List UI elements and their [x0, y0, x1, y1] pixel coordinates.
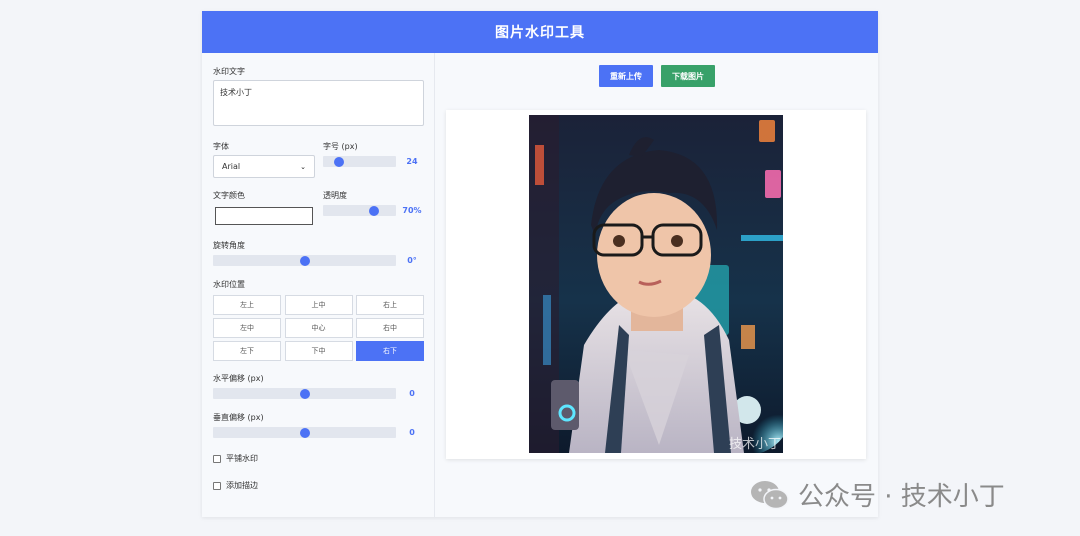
position-button[interactable]: 右上: [356, 295, 424, 315]
position-grid: 左上 上中 右上左中 中心 右中左下 下中 右下: [213, 295, 424, 361]
v-offset-slider[interactable]: [213, 427, 396, 438]
checkbox-icon[interactable]: [213, 481, 221, 490]
reupload-button[interactable]: 重新上传: [599, 65, 653, 87]
size-slider-thumb[interactable]: [334, 156, 345, 167]
v-offset-value: 0: [409, 428, 415, 437]
settings-panel: 水印文字 技术小丁 字体 Arial ⌄ 字号 (px) 24 文字颜色 透明度…: [202, 53, 435, 517]
opacity-slider[interactable]: [323, 205, 396, 216]
stroke-checkbox-label: 添加描边: [226, 481, 258, 490]
size-label: 字号 (px): [323, 142, 358, 151]
v-offset-label: 垂直偏移 (px): [213, 413, 264, 422]
wechat-icon: [751, 480, 789, 509]
watermark-text-label: 水印文字: [213, 67, 245, 76]
color-picker[interactable]: [215, 207, 313, 225]
tile-checkbox[interactable]: 平铺水印: [213, 453, 258, 464]
app-header: 图片水印工具: [202, 11, 878, 53]
wechat-account-mark: 公众号 · 技术小丁: [750, 476, 1005, 513]
watermark-text-input[interactable]: 技术小丁: [213, 80, 424, 126]
h-offset-slider[interactable]: [213, 388, 396, 399]
h-offset-slider-thumb[interactable]: [299, 388, 310, 399]
h-offset-label: 水平偏移 (px): [213, 374, 264, 383]
size-value: 24: [406, 157, 418, 166]
position-button[interactable]: 上中: [284, 295, 353, 315]
tile-checkbox-label: 平铺水印: [226, 454, 258, 463]
h-offset-value: 0: [409, 389, 415, 398]
font-label: 字体: [213, 142, 229, 151]
position-button[interactable]: 左下: [213, 341, 281, 361]
position-button[interactable]: 右下: [356, 341, 424, 361]
stroke-checkbox[interactable]: 添加描边: [213, 480, 258, 491]
font-select[interactable]: Arial ⌄: [213, 155, 315, 178]
rotation-label: 旋转角度: [213, 241, 245, 250]
v-offset-slider-thumb[interactable]: [299, 427, 310, 438]
position-button[interactable]: 右中: [356, 318, 424, 338]
opacity-label: 透明度: [323, 191, 347, 200]
image-preview-frame: 技术小丁: [446, 110, 866, 459]
position-button[interactable]: 左中: [213, 318, 281, 338]
download-button[interactable]: 下载图片: [661, 65, 715, 87]
watermark-overlay: 技术小丁: [728, 437, 781, 452]
watermark-app: 图片水印工具 水印文字 技术小丁 字体 Arial ⌄ 字号 (px) 24 文…: [202, 11, 878, 517]
position-button[interactable]: 左上: [213, 295, 281, 315]
preview-panel: 重新上传 下载图片 技术小丁: [435, 53, 878, 517]
preview-image: 技术小丁: [529, 115, 783, 453]
app-title: 图片水印工具: [495, 25, 585, 41]
opacity-slider-thumb[interactable]: [369, 205, 380, 216]
wechat-account-name: 公众号 · 技术小丁: [798, 482, 1005, 512]
chevron-down-icon: ⌄: [300, 162, 306, 171]
position-button[interactable]: 中心: [284, 318, 353, 338]
position-button[interactable]: 下中: [284, 341, 353, 361]
size-slider[interactable]: [323, 156, 396, 167]
rotation-value: 0°: [407, 256, 417, 265]
opacity-value: 70%: [402, 206, 422, 215]
checkbox-icon[interactable]: [213, 454, 221, 463]
color-label: 文字颜色: [213, 191, 245, 200]
rotation-slider-thumb[interactable]: [299, 255, 310, 266]
font-select-value: Arial: [222, 162, 241, 171]
position-label: 水印位置: [213, 280, 245, 289]
rotation-slider[interactable]: [213, 255, 396, 266]
